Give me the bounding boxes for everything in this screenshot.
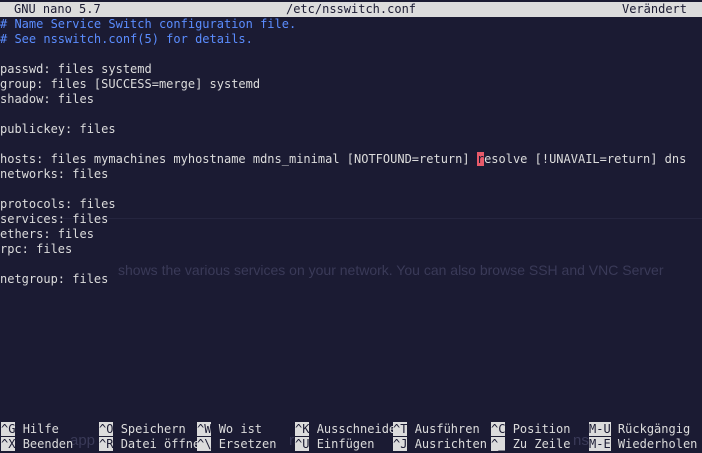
shortcut-cut[interactable]: ^K Ausschneide [295, 422, 396, 437]
config-line-publickey[interactable]: publickey: files [0, 122, 116, 137]
shortcut-label: Wo ist [218, 422, 263, 436]
config-line-rpc[interactable]: rpc: files [0, 242, 72, 257]
shortcut-label: Zu Zeile [512, 437, 571, 451]
shortcut-label: Hilfe [22, 422, 59, 436]
config-line-group[interactable]: group: files [SUCCESS=merge] systemd [0, 77, 260, 92]
shortcut-read-file[interactable]: ^R Datei öffne [99, 437, 200, 452]
shortcut-help[interactable]: ^G Hilfe [1, 422, 59, 437]
config-line-passwd[interactable]: passwd: files systemd [0, 62, 152, 77]
config-line-services[interactable]: services: files [0, 212, 108, 227]
shortcut-key: ^G [1, 422, 16, 436]
shortcut-label: Ausführen [414, 422, 480, 436]
config-line-comment[interactable]: # Name Service Switch configuration file… [0, 17, 296, 32]
shortcut-position[interactable]: ^C Position [491, 422, 570, 437]
config-line-hosts[interactable]: hosts: files mymachines myhostname mdns_… [0, 152, 686, 167]
shortcut-label: Rückgängig [617, 422, 691, 436]
shortcut-key: ^O [99, 422, 114, 436]
nano-title-bar: GNU nano 5.7 /etc/nsswitch.conf Veränder… [0, 2, 702, 17]
config-line-ethers[interactable]: ethers: files [0, 227, 94, 242]
shortcut-label: Ersetzen [218, 437, 277, 451]
shortcut-key: ^J [393, 437, 408, 451]
shortcut-label: Speichern [120, 422, 186, 436]
shortcut-key: ^K [295, 422, 310, 436]
shortcut-replace[interactable]: ^\ Ersetzen [197, 437, 276, 452]
shortcut-key: ^C [491, 422, 506, 436]
hosts-text-after-cursor: esolve [!UNAVAIL=return] dns [484, 152, 687, 166]
shortcut-justify[interactable]: ^J Ausrichten [393, 437, 487, 452]
shortcut-key: M-U [589, 422, 611, 436]
shortcut-label: Position [512, 422, 571, 436]
config-line-comment[interactable]: # See nsswitch.conf(5) for details. [0, 32, 253, 47]
shortcut-label: Datei öffne [120, 437, 201, 451]
shortcut-undo[interactable]: M-U Rückgängig [589, 422, 690, 437]
text-cursor: r [476, 152, 485, 166]
shortcut-paste[interactable]: ^U Einfügen [295, 437, 374, 452]
modified-status: Verändert [621, 2, 687, 16]
shortcut-key: ^W [197, 422, 212, 436]
shortcut-key: ^R [99, 437, 114, 451]
shortcut-where-is[interactable]: ^W Wo ist [197, 422, 262, 437]
shortcut-key: ^U [295, 437, 310, 451]
shortcut-go-to-line[interactable]: ^_ Zu Zeile [491, 437, 570, 452]
shortcut-execute[interactable]: ^T Ausführen [393, 422, 480, 437]
config-line-networks[interactable]: networks: files [0, 167, 108, 182]
file-path: /etc/nsswitch.conf [285, 2, 417, 16]
config-line-netgroup[interactable]: netgroup: files [0, 272, 108, 287]
hosts-text-before-cursor: hosts: files mymachines myhostname mdns_… [0, 152, 477, 166]
background-text: shows the various services on your netwo… [118, 262, 664, 278]
shortcut-key: ^T [393, 422, 408, 436]
shortcut-label: Ausschneide [316, 422, 397, 436]
shortcut-label: Einfügen [316, 437, 375, 451]
shortcut-key: M-E [589, 437, 611, 451]
shortcut-redo[interactable]: M-E Wiederholen [589, 437, 697, 452]
config-line-shadow[interactable]: shadow: files [0, 92, 94, 107]
shortcut-key: ^\ [197, 437, 212, 451]
shortcut-save[interactable]: ^O Speichern [99, 422, 186, 437]
shortcut-label: Ausrichten [414, 437, 487, 451]
terminal-window[interactable]: shows the various services on your netwo… [0, 0, 702, 453]
background-text: ns [573, 432, 589, 449]
shortcut-label: Wiederholen [617, 437, 698, 451]
shortcut-exit[interactable]: ^X Beenden [1, 437, 73, 452]
shortcut-key: ^_ [491, 437, 506, 451]
background-text: app [70, 432, 96, 449]
shortcut-key: ^X [1, 437, 16, 451]
shortcut-label: Beenden [22, 437, 74, 451]
config-line-protocols[interactable]: protocols: files [0, 197, 116, 212]
